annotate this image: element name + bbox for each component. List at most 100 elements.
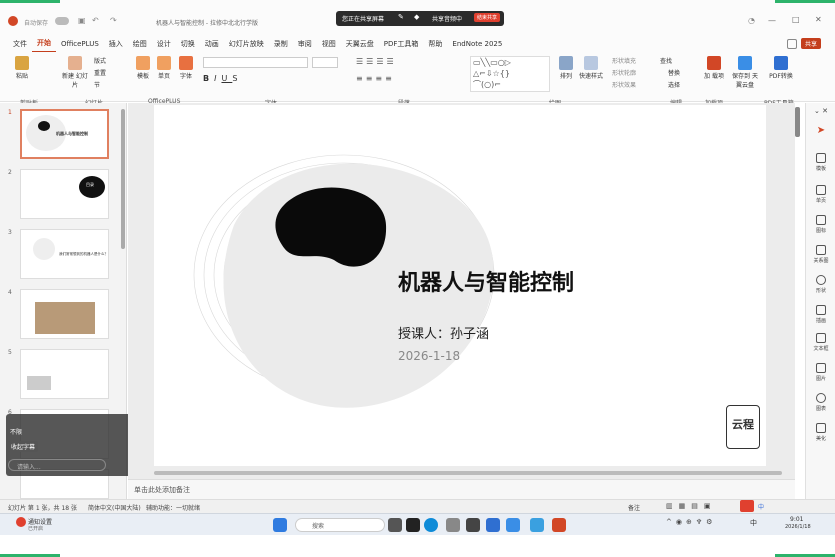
menu-view[interactable]: 视图	[317, 36, 341, 52]
menu-file[interactable]: 文件	[8, 36, 32, 52]
settings-icon[interactable]	[446, 518, 460, 532]
share-button[interactable]: 共享	[801, 38, 822, 49]
panel-diagram[interactable]: 关系图	[806, 245, 835, 264]
menu-transitions[interactable]: 切换	[176, 36, 200, 52]
shape-fill-button[interactable]: 形状填充	[612, 56, 636, 65]
accessibility-status[interactable]: 辅助功能：一切就绪	[146, 503, 200, 512]
select-button[interactable]: 选择	[668, 80, 680, 89]
comment-icon[interactable]	[787, 39, 797, 49]
clock-date[interactable]: 2026/1/18	[785, 524, 811, 530]
shapes-gallery[interactable]: ▭╲╲▭○▷ △⌐⇩☆{} ⌒(○)⌐	[470, 56, 550, 92]
reset-button[interactable]: 重置	[94, 68, 106, 77]
sogou-ime-icon[interactable]	[740, 500, 754, 512]
panel-collapse-icon[interactable]: ⌄ ✕	[806, 107, 835, 115]
slide-thumbnail-1[interactable]: 机器人与智能控制	[20, 109, 109, 159]
panel-beautify[interactable]: 美化	[806, 423, 835, 442]
notes-toggle[interactable]: 备注	[628, 503, 640, 512]
menu-pdf[interactable]: PDF工具箱	[379, 36, 424, 52]
align-buttons[interactable]: ≡≡≡≡	[356, 74, 395, 83]
panel-icons[interactable]: 图标	[806, 215, 835, 234]
subtitle-input[interactable]: 请输入...	[8, 459, 106, 471]
start-icon[interactable]	[273, 518, 287, 532]
menu-draw[interactable]: 绘图	[128, 36, 152, 52]
menu-home[interactable]: 开始	[32, 35, 56, 53]
pdf-convert-button[interactable]: PDF转换	[766, 56, 796, 80]
menu-design[interactable]: 设计	[152, 36, 176, 52]
font-size-select[interactable]	[312, 57, 338, 68]
widget-icon[interactable]	[406, 518, 420, 532]
shape-effect-button[interactable]: 形状效果	[612, 80, 636, 89]
designer-icon[interactable]: ➤	[806, 125, 835, 136]
pen-icon[interactable]: ✎	[398, 13, 404, 21]
ime-mode[interactable]: 中	[758, 502, 764, 511]
menu-officeplus[interactable]: OfficePLUS	[56, 36, 104, 52]
menu-slideshow[interactable]: 幻灯片放映	[224, 36, 269, 52]
menu-endnote[interactable]: EndNote 2025	[447, 36, 507, 52]
replace-button[interactable]: 替换	[668, 68, 680, 77]
panel-chart[interactable]: 图表	[806, 393, 835, 412]
maximize-icon[interactable]: □	[792, 15, 800, 24]
collapse-subtitle-button[interactable]: 收起字幕	[8, 441, 39, 452]
edge-icon[interactable]	[424, 518, 438, 532]
font-name-select[interactable]	[203, 57, 308, 68]
quick-style-button[interactable]: 快速样式	[577, 56, 605, 80]
slide-thumbnail-3[interactable]: 我们常常想到的机器人是什么？	[20, 229, 109, 279]
app-icon[interactable]	[506, 518, 520, 532]
save-cloud-button[interactable]: 保存到 天翼云盘	[730, 56, 760, 89]
horizontal-scrollbar[interactable]	[154, 471, 782, 475]
user-icon[interactable]: ◔	[748, 16, 755, 25]
clock-time[interactable]: 9:01	[790, 516, 803, 523]
menu-record[interactable]: 录制	[269, 36, 293, 52]
layout-button[interactable]: 版式	[94, 56, 106, 65]
end-share-button[interactable]: 结束共享	[474, 13, 501, 22]
powerpoint-taskbar-icon[interactable]	[552, 518, 566, 532]
app-icon[interactable]	[486, 518, 500, 532]
slide-thumbnail-2[interactable]: 目录	[20, 169, 109, 219]
save-icon[interactable]: ▣	[78, 16, 86, 25]
menu-insert[interactable]: 插入	[104, 36, 128, 52]
font-button[interactable]: 字体	[176, 56, 196, 80]
arrange-button[interactable]: 排列	[557, 56, 575, 80]
vertical-scrollbar[interactable]	[795, 107, 800, 137]
slide-thumbnail-5[interactable]	[20, 349, 109, 399]
single-page-button[interactable]: 单页	[154, 56, 174, 80]
app-icon[interactable]	[530, 518, 544, 532]
taskbar-search[interactable]: 搜索	[295, 518, 385, 532]
minimize-icon[interactable]: —	[768, 16, 776, 25]
slide-thumbnail-4[interactable]	[20, 289, 109, 339]
close-icon[interactable]: ✕	[815, 15, 822, 24]
redo-icon[interactable]: ↷	[110, 16, 117, 25]
slide-1[interactable]: 机器人与智能控制 授课人：孙子涵 2026-1-18 云程	[154, 105, 766, 466]
template-button[interactable]: 模板	[133, 56, 153, 80]
panel-textbox[interactable]: 文本框	[806, 333, 835, 352]
autosave-toggle[interactable]	[55, 17, 69, 25]
panel-shapes[interactable]: 形状	[806, 275, 835, 294]
tray-lang[interactable]: 中	[750, 518, 757, 528]
slide-title[interactable]: 机器人与智能控制	[398, 265, 574, 297]
notes-pane[interactable]: 单击此处添加备注	[128, 479, 795, 499]
panel-illustration[interactable]: 插画	[806, 305, 835, 324]
shape-outline-button[interactable]: 形状轮廓	[612, 68, 636, 77]
pointer-icon[interactable]: ◆	[414, 13, 419, 21]
menu-review[interactable]: 审阅	[293, 36, 317, 52]
slide-date[interactable]: 2026-1-18	[398, 349, 460, 363]
app-icon[interactable]	[466, 518, 480, 532]
view-buttons[interactable]: ▥▦▤▣	[666, 502, 716, 510]
new-slide-button[interactable]: 新建 幻灯片	[62, 56, 88, 89]
section-button[interactable]: 节	[94, 80, 100, 89]
tray-icons[interactable]: ^◉⊕♆⚙	[666, 518, 716, 526]
addins-button[interactable]: 加 载项	[704, 56, 724, 80]
slide-lecturer[interactable]: 授课人：孙子涵	[398, 323, 489, 342]
panel-single[interactable]: 单页	[806, 185, 835, 204]
taskview-icon[interactable]	[388, 518, 402, 532]
undo-icon[interactable]: ↶	[92, 16, 99, 25]
find-button[interactable]: 查找	[660, 56, 672, 65]
font-format-buttons[interactable]: BIUS	[203, 74, 242, 83]
panel-picture[interactable]: 图片	[806, 363, 835, 382]
paste-button[interactable]: 粘贴	[10, 56, 34, 80]
menu-tianyi[interactable]: 天翼云盘	[341, 36, 379, 52]
notification-icon[interactable]	[16, 517, 26, 527]
panel-template[interactable]: 模板	[806, 153, 835, 172]
menu-animations[interactable]: 动画	[200, 36, 224, 52]
language-status[interactable]: 简体中文(中国大陆)	[88, 503, 141, 512]
